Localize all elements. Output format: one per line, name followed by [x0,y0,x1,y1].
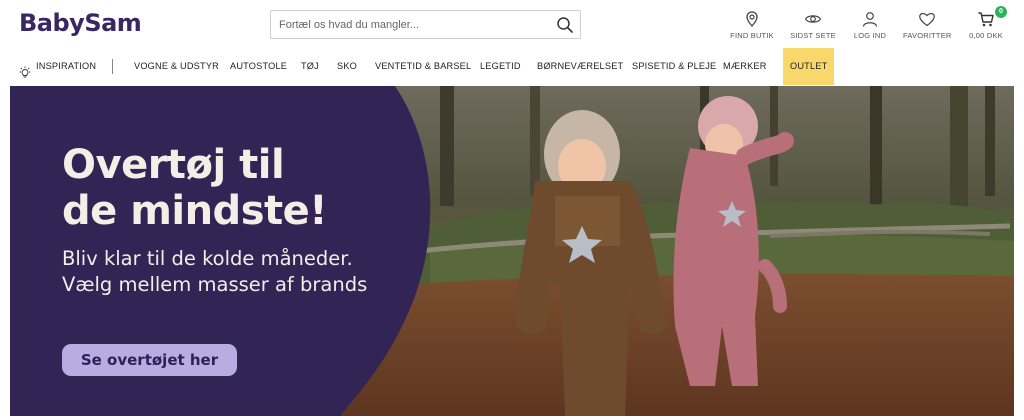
nav-item-sko[interactable]: SKO [337,48,357,85]
find-store-label: FIND BUTIK [730,31,774,40]
hero-cta-button[interactable]: Se overtøjet her [62,344,237,376]
nav-item-inspiration[interactable]: INSPIRATION [18,48,96,85]
site-header: BabySam FIND BUTIK SIDST SETE LOG IND FA… [0,0,1024,48]
favorites-label: FAVORITTER [903,31,952,40]
cart-total-label: 0,00 DKK [969,31,1003,40]
location-pin-icon [743,10,761,28]
nav-item-bornevaerelset[interactable]: BØRNEVÆRELSET [537,48,623,85]
heart-icon [918,10,936,28]
login-label: LOG IND [853,31,887,40]
nav-item-vogne-udstyr[interactable]: VOGNE & UDSTYR [134,48,219,85]
eye-icon [804,10,822,28]
login-button[interactable]: LOG IND [852,10,888,40]
nav-item-maerker[interactable]: MÆRKER [723,48,767,85]
nav-divider [112,59,113,74]
nav-item-legetid[interactable]: LEGETID [480,48,521,85]
hero-title: Overtøj til de mindste! [62,142,328,234]
lightbulb-icon [18,59,32,78]
hero-subtitle: Bliv klar til de kolde måneder. Vælg mel… [62,247,368,296]
cart-count-badge: 0 [995,6,1007,18]
search-icon[interactable] [556,16,574,34]
user-icon [861,10,879,28]
nav-item-toj[interactable]: TØJ [301,48,319,85]
recently-viewed-label: SIDST SETE [790,31,836,40]
recently-viewed-button[interactable]: SIDST SETE [790,10,836,40]
main-navigation: INSPIRATION VOGNE & UDSTYR AUTOSTOLE TØJ… [0,48,1024,86]
nav-item-spisetid-pleje[interactable]: SPISETID & PLEJE [632,48,716,85]
cart-button[interactable]: 0 0,00 DKK [968,6,1007,40]
cart-icon: 0 [977,6,1007,28]
search-input[interactable] [271,11,541,38]
brand-logo[interactable]: BabySam [19,9,142,37]
favorites-button[interactable]: FAVORITTER [903,10,951,40]
nav-inspiration-label: INSPIRATION [36,61,97,71]
find-store-button[interactable]: FIND BUTIK [730,10,774,40]
search-bar [270,10,581,39]
nav-item-ventetid-barsel[interactable]: VENTETID & BARSEL [375,48,471,85]
nav-item-outlet[interactable]: OUTLET [783,48,835,85]
hero-banner[interactable]: Overtøj til de mindste! Bliv klar til de… [10,86,1014,416]
nav-item-autostole[interactable]: AUTOSTOLE [230,48,287,85]
